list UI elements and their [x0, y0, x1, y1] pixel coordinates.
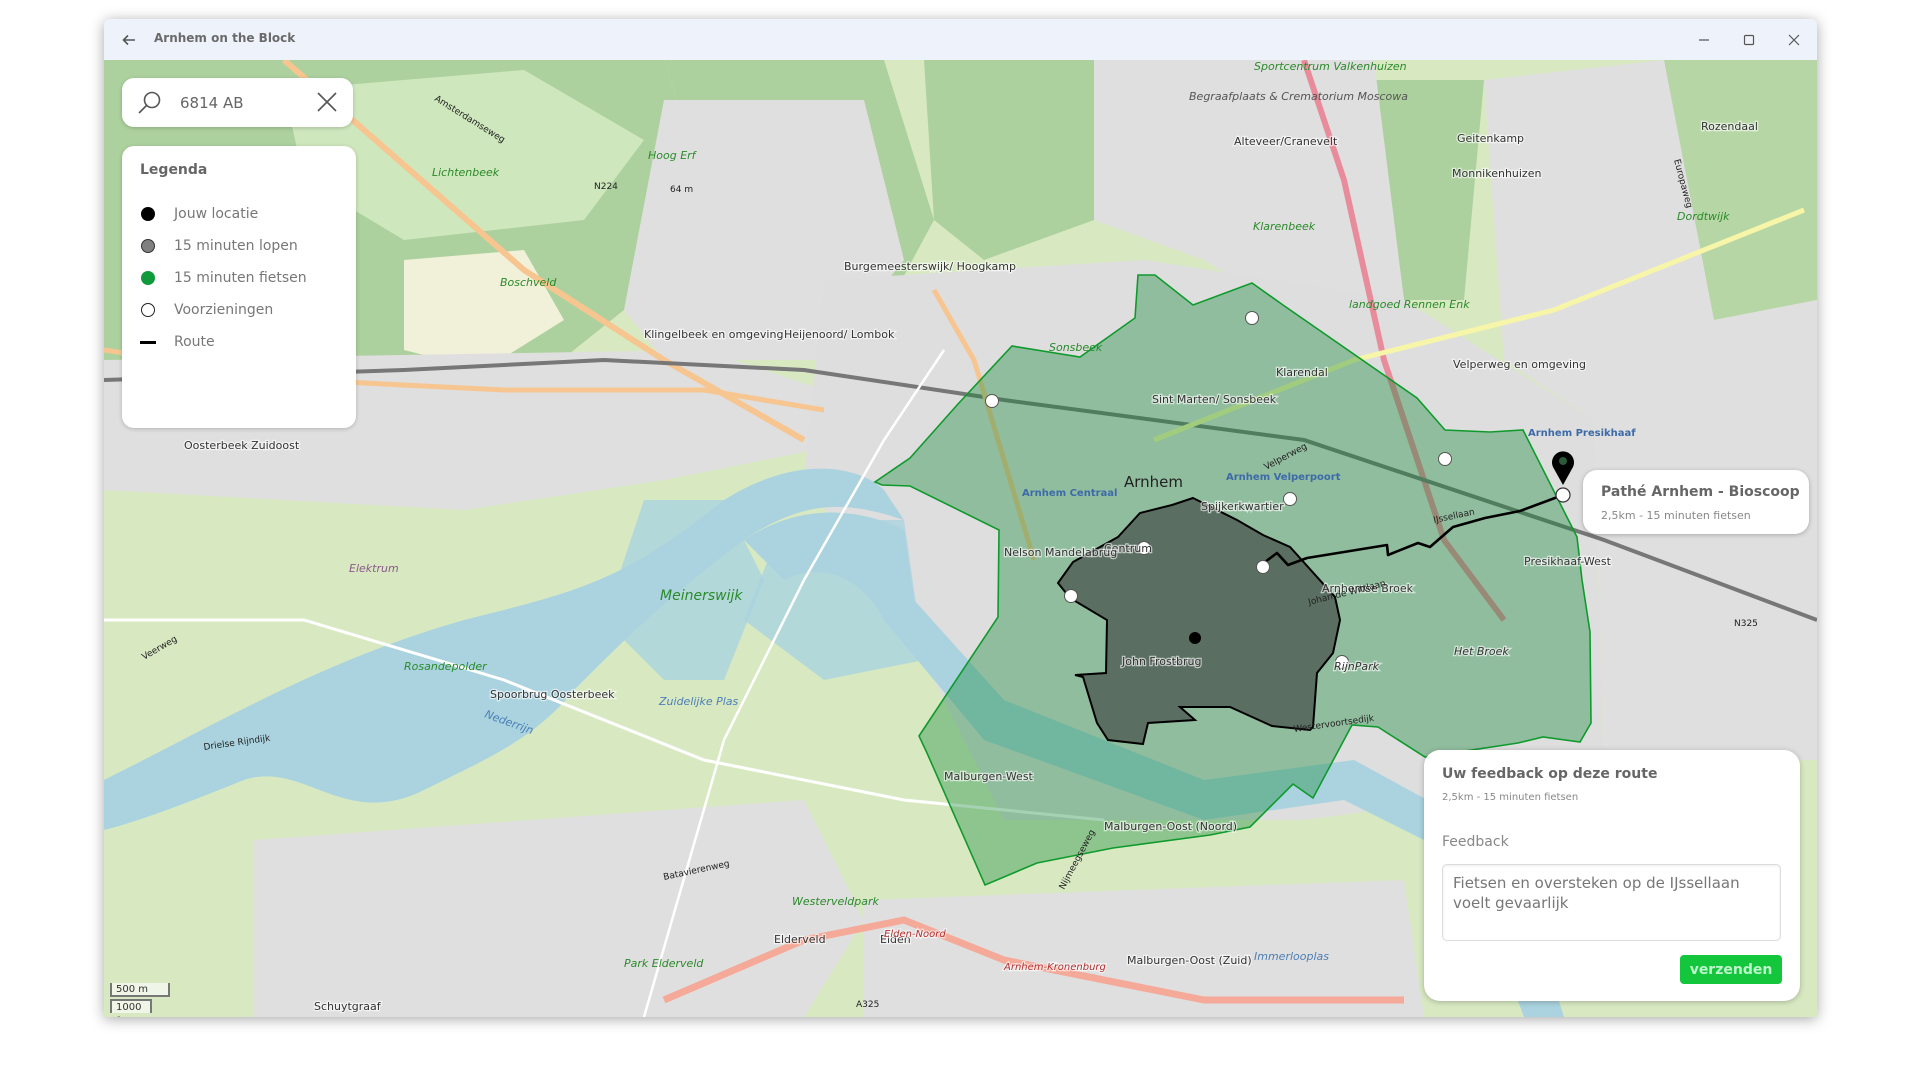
- legend-label: Route: [174, 334, 215, 350]
- poi-marker[interactable]: [1245, 311, 1259, 325]
- label-spijkerkwartier: Spijkerkwartier: [1201, 500, 1284, 513]
- clear-search-icon[interactable]: [315, 90, 339, 114]
- black-dot-icon: [141, 207, 155, 221]
- legend-label: 15 minuten fietsen: [174, 270, 307, 286]
- label-malburgen-west: Malburgen-West: [944, 770, 1034, 783]
- gray-dot-icon: [141, 239, 155, 253]
- label-presikhaaf-west: Presikhaaf-West: [1524, 555, 1612, 568]
- destination-name: Pathé Arnhem - Bioscoop: [1601, 484, 1800, 500]
- legend-label: 15 minuten lopen: [174, 238, 298, 254]
- destination-tooltip[interactable]: Pathé Arnhem - Bioscoop 2,5km - 15 minut…: [1583, 470, 1809, 534]
- user-location-dot: [1189, 632, 1201, 644]
- legend-label: Voorzieningen: [174, 302, 274, 318]
- map-view[interactable]: Burgemeesterswijk/ Hoogkamp Klingelbeek …: [104, 60, 1817, 1017]
- minimize-icon: [1699, 39, 1709, 41]
- green-dot-icon: [141, 271, 155, 285]
- minimize-button[interactable]: [1681, 25, 1727, 55]
- hollow-dot-icon: [141, 303, 155, 317]
- destination-detail: 2,5km - 15 minuten fietsen: [1601, 509, 1751, 522]
- search-input[interactable]: [178, 90, 302, 116]
- legend-item-location: Jouw locatie: [140, 204, 258, 224]
- title-bar: Arnhem on the Block: [104, 19, 1817, 60]
- arrow-left-icon: [122, 34, 135, 46]
- label-malburgen-oost-noord: Malburgen-Oost (Noord): [1104, 820, 1237, 833]
- legend-item-facilities: Voorzieningen: [140, 300, 273, 320]
- maximize-icon: [1743, 34, 1755, 46]
- legend-panel: Legenda Jouw locatie 15 minuten lopen 15…: [122, 146, 356, 428]
- label-het-broek: Het Broek: [1454, 645, 1509, 658]
- label-arnhem: Arnhem: [1124, 473, 1183, 491]
- destination-poi-marker[interactable]: [1555, 487, 1571, 503]
- app-title: Arnhem on the Block: [154, 31, 296, 45]
- feedback-panel: Uw feedback op deze route 2,5km - 15 min…: [1424, 750, 1800, 1001]
- label-sint-marten: Sint Marten/ Sonsbeek: [1152, 393, 1277, 406]
- legend-item-route: Route: [140, 332, 215, 352]
- submit-feedback-button[interactable]: verzenden: [1680, 955, 1782, 984]
- route-line-icon: [140, 340, 156, 344]
- legend-title: Legenda: [140, 162, 208, 178]
- poi-marker[interactable]: [1256, 560, 1270, 574]
- label-john-frostbrug: John Frostbrug: [1121, 655, 1201, 668]
- label-arnhem-velperpoort: Arnhem Velperpoort: [1226, 472, 1341, 483]
- legend-item-cycling: 15 minuten fietsen: [140, 268, 307, 288]
- feedback-subtitle: 2,5km - 15 minuten fietsen: [1442, 792, 1579, 803]
- label-rijnpark: RijnPark: [1334, 660, 1380, 673]
- poi-marker[interactable]: [1438, 452, 1452, 466]
- scale-imperial: 1000 ft: [110, 999, 152, 1017]
- label-nelson: Nelson Mandelabrug: [1004, 546, 1117, 559]
- search-icon: [138, 91, 161, 114]
- label-arnhem-presikhaaf: Arnhem Presikhaaf: [1528, 428, 1636, 439]
- legend-item-walking: 15 minuten lopen: [140, 236, 298, 256]
- poi-marker[interactable]: [985, 394, 999, 408]
- maximize-button[interactable]: [1726, 25, 1772, 55]
- app-window: Arnhem on the Block Burgemeesterswijk/ H…: [104, 19, 1817, 1017]
- poi-marker[interactable]: [1064, 589, 1078, 603]
- map-pin-icon: [1552, 451, 1575, 485]
- map-pin-hole: [1559, 457, 1567, 465]
- feedback-title: Uw feedback op deze route: [1442, 766, 1658, 782]
- label-arnhem-centraal: Arnhem Centraal: [1022, 488, 1117, 499]
- poi-marker[interactable]: [1283, 492, 1297, 506]
- scale-metric: 500 m: [110, 983, 170, 997]
- feedback-textarea[interactable]: Fietsen en oversteken op de IJssellaan v…: [1442, 864, 1781, 941]
- label-klarendal: Klarendal: [1276, 366, 1328, 379]
- close-button[interactable]: [1771, 25, 1817, 55]
- back-button[interactable]: [116, 27, 142, 53]
- search-box[interactable]: [122, 78, 353, 127]
- feedback-field-label: Feedback: [1442, 834, 1509, 850]
- close-icon: [1788, 34, 1800, 46]
- legend-label: Jouw locatie: [174, 206, 259, 222]
